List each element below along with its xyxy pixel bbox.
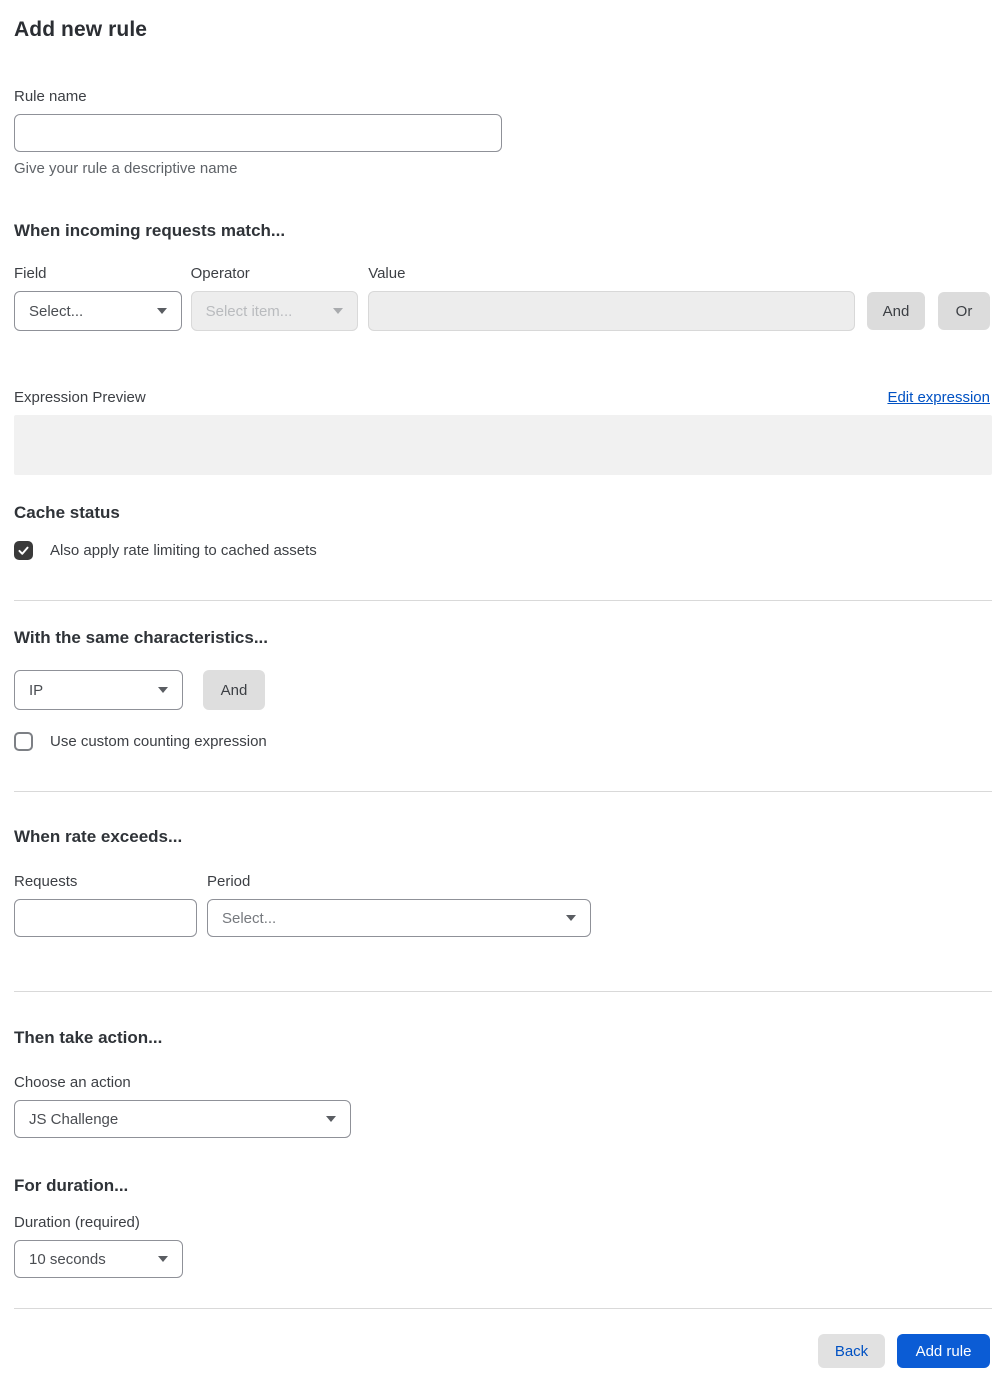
chevron-down-icon <box>158 687 168 693</box>
characteristics-and-button[interactable]: And <box>203 670 265 710</box>
rule-name-helper: Give your rule a descriptive name <box>14 160 238 177</box>
match-section: When incoming requests match... Field Se… <box>14 221 990 331</box>
requests-input[interactable] <box>14 899 197 937</box>
page-title: Add new rule <box>14 18 148 41</box>
duration-select[interactable]: 10 seconds <box>14 1240 183 1278</box>
cached-assets-checkbox-label: Also apply rate limiting to cached asset… <box>50 542 317 559</box>
value-label: Value <box>368 265 406 282</box>
expression-preview-section: Expression Preview Edit expression <box>14 389 992 475</box>
operator-label: Operator <box>190 265 250 282</box>
period-select[interactable]: Select... <box>207 899 591 937</box>
expression-preview-box <box>14 415 992 475</box>
field-label: Field <box>14 265 47 282</box>
cached-assets-checkbox-row[interactable]: Also apply rate limiting to cached asset… <box>14 541 990 560</box>
match-heading: When incoming requests match... <box>14 221 286 240</box>
chevron-down-icon <box>326 1116 336 1122</box>
edit-expression-link[interactable]: Edit expression <box>887 389 990 406</box>
chevron-down-icon <box>333 308 344 314</box>
checkbox-checked-icon[interactable] <box>14 541 33 560</box>
period-select-value: Select... <box>222 909 277 927</box>
field-select[interactable]: Select... <box>14 291 182 331</box>
rate-heading: When rate exceeds... <box>14 827 183 846</box>
characteristics-heading: With the same characteristics... <box>14 628 269 647</box>
checkmark-icon <box>18 546 29 555</box>
add-rule-form: Add new rule Rule name Give your rule a … <box>0 0 1002 1382</box>
action-heading: Then take action... <box>14 1028 163 1047</box>
rule-name-input[interactable] <box>14 114 502 152</box>
requests-label: Requests <box>14 873 78 890</box>
chevron-down-icon <box>158 1256 168 1262</box>
and-button[interactable]: And <box>867 292 925 330</box>
value-input[interactable] <box>368 291 855 331</box>
cache-status-section: Cache status Also apply rate limiting to… <box>14 503 990 560</box>
expression-preview-label: Expression Preview <box>14 389 146 406</box>
duration-select-value: 10 seconds <box>29 1250 106 1268</box>
custom-counting-checkbox-row[interactable]: Use custom counting expression <box>14 732 990 751</box>
or-button[interactable]: Or <box>938 292 990 330</box>
operator-select[interactable]: Select item... <box>190 291 359 331</box>
characteristics-select-value: IP <box>29 681 44 699</box>
duration-heading: For duration... <box>14 1176 129 1195</box>
action-select[interactable]: JS Challenge <box>14 1100 351 1138</box>
characteristics-section: With the same characteristics... IP And … <box>14 601 990 751</box>
chevron-down-icon <box>566 915 576 921</box>
footer-actions: Back Add rule <box>14 1309 990 1382</box>
rule-name-label: Rule name <box>14 88 87 105</box>
characteristics-select[interactable]: IP <box>14 670 183 710</box>
rate-section: When rate exceeds... Requests Period Sel… <box>14 792 990 937</box>
action-select-value: JS Challenge <box>29 1110 119 1128</box>
action-section: Then take action... Choose an action JS … <box>14 992 990 1138</box>
checkbox-unchecked-icon[interactable] <box>14 732 33 751</box>
cache-status-heading: Cache status <box>14 503 120 522</box>
custom-counting-checkbox-label: Use custom counting expression <box>50 733 267 750</box>
period-label: Period <box>207 873 251 890</box>
operator-select-value: Select item... <box>205 302 293 320</box>
field-select-value: Select... <box>29 302 84 320</box>
rule-name-section: Rule name Give your rule a descriptive n… <box>14 88 990 177</box>
duration-section: For duration... Duration (required) 10 s… <box>14 1176 990 1278</box>
action-label: Choose an action <box>14 1074 131 1091</box>
back-button[interactable]: Back <box>818 1334 885 1368</box>
duration-label: Duration (required) <box>14 1214 140 1231</box>
add-rule-button[interactable]: Add rule <box>897 1334 990 1368</box>
chevron-down-icon <box>156 308 167 314</box>
